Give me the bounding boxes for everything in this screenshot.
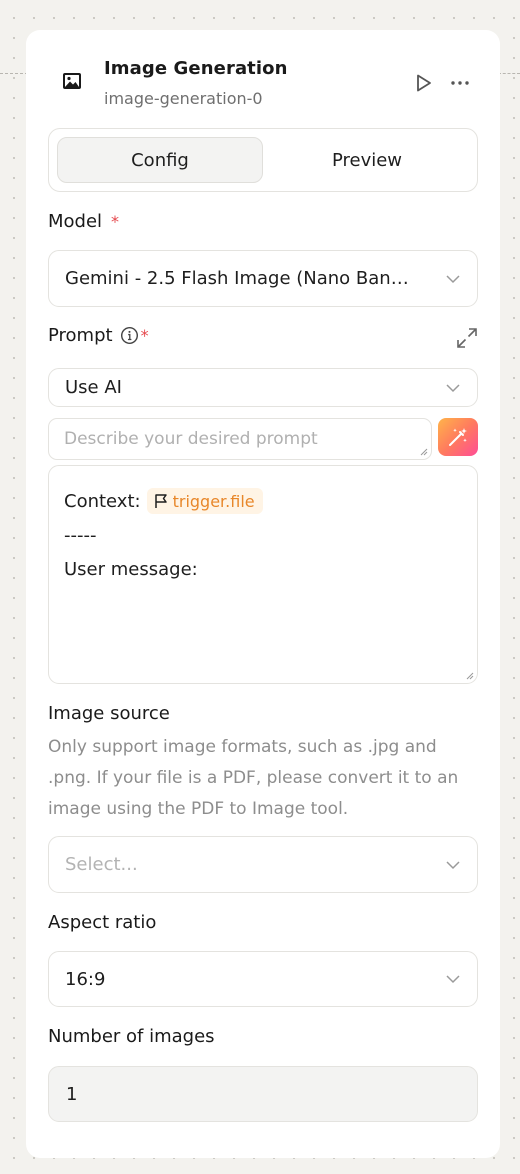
prompt-description-input[interactable]: Describe your desired prompt [48, 418, 432, 460]
chevron-down-icon [446, 383, 460, 392]
model-label-row: Model * [48, 211, 119, 232]
flag-icon [154, 494, 167, 508]
chevron-down-icon [446, 274, 460, 283]
prompt-label-row: Prompt * [48, 325, 149, 346]
aspect-ratio-select[interactable]: 16:9 [48, 951, 478, 1007]
number-of-images-input[interactable]: 1 [48, 1066, 478, 1122]
resize-handle-icon[interactable] [418, 446, 428, 456]
number-of-images-value: 1 [66, 1083, 78, 1105]
prompt-placeholder: Describe your desired prompt [64, 429, 318, 449]
user-message-label: User message: [64, 558, 198, 580]
chevron-down-icon [446, 975, 460, 984]
model-select[interactable]: Gemini - 2.5 Flash Image (Nano Banana) [48, 250, 478, 307]
aspect-ratio-label: Aspect ratio [48, 912, 157, 933]
variable-chip-label: trigger.file [172, 491, 255, 511]
ai-generate-button[interactable] [438, 418, 478, 456]
config-preview-tabs: Config Preview [48, 128, 478, 192]
connector-line-right [498, 73, 520, 74]
model-label: Model [48, 211, 103, 232]
prompt-context-editor[interactable]: Context: trigger.file ----- User message… [48, 465, 478, 684]
run-icon[interactable] [414, 72, 434, 94]
image-icon [63, 73, 81, 89]
aspect-ratio-value: 16:9 [65, 968, 106, 990]
image-source-description: Only support image formats, such as .jpg… [48, 737, 459, 819]
info-icon[interactable] [120, 326, 139, 345]
required-mark: * [140, 326, 149, 345]
tab-config[interactable]: Config [57, 137, 263, 183]
image-source-label: Image source [48, 703, 170, 724]
image-source-placeholder: Select... [65, 854, 138, 875]
tab-preview[interactable]: Preview [265, 137, 469, 183]
resize-handle-icon[interactable] [464, 670, 474, 680]
magic-wand-icon [449, 428, 467, 446]
context-line: Context: trigger.file [64, 486, 462, 516]
separator-line: ----- [64, 524, 97, 546]
variable-chip[interactable]: trigger.file [146, 488, 263, 514]
prompt-mode-value: Use AI [65, 377, 122, 398]
prompt-label: Prompt [48, 325, 113, 346]
model-select-value: Gemini - 2.5 Flash Image (Nano Banana) [65, 268, 415, 289]
connector-line-left [0, 73, 28, 74]
required-mark: * [111, 212, 120, 231]
more-icon[interactable] [449, 72, 471, 94]
prompt-mode-select[interactable]: Use AI [48, 368, 478, 407]
panel-header: Image Generation image-generation-0 [26, 30, 500, 126]
context-label: Context: [64, 490, 141, 512]
node-title: Image Generation [104, 58, 288, 79]
chevron-down-icon [446, 860, 460, 869]
image-source-select[interactable]: Select... [48, 836, 478, 893]
expand-icon[interactable] [455, 326, 479, 350]
number-of-images-label: Number of images [48, 1026, 215, 1047]
node-id: image-generation-0 [104, 89, 263, 108]
node-config-panel: Image Generation image-generation-0 Conf… [26, 30, 500, 1158]
